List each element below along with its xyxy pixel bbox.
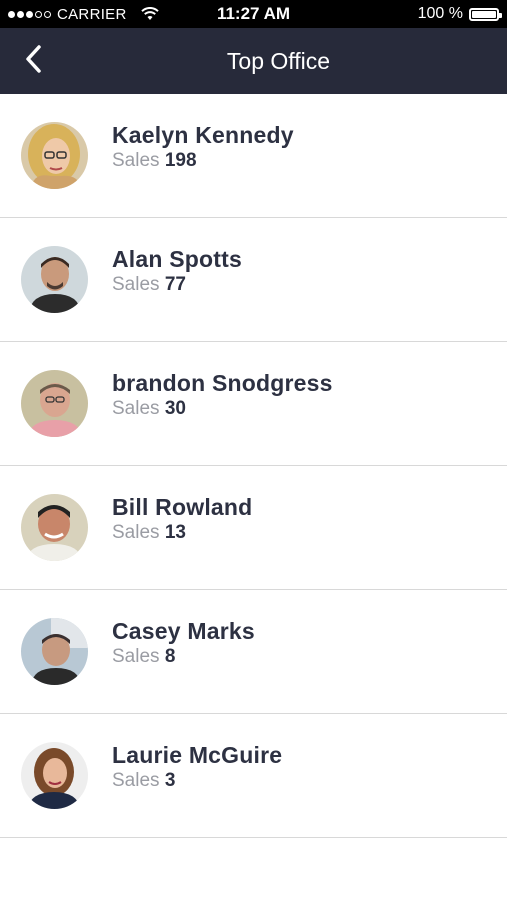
sales-line: Sales 8 bbox=[112, 645, 255, 669]
leaderboard-list: Kaelyn Kennedy Sales 198 Alan Spotts Sal… bbox=[0, 94, 507, 838]
person-name: Bill Rowland bbox=[112, 494, 253, 520]
signal-dot bbox=[44, 10, 51, 18]
page-title: Top Office bbox=[226, 47, 331, 74]
sales-label: Sales bbox=[112, 646, 160, 667]
person-name: Kaelyn Kennedy bbox=[112, 122, 294, 148]
person-name: brandon Snodgress bbox=[112, 370, 333, 396]
sales-label: Sales bbox=[112, 398, 160, 419]
status-left: CARRIER bbox=[8, 0, 159, 28]
signal-dot bbox=[35, 10, 42, 18]
avatar bbox=[21, 742, 88, 809]
person-info: Alan Spotts Sales 77 bbox=[112, 245, 242, 297]
sales-value: 3 bbox=[164, 770, 176, 791]
sales-value: 77 bbox=[164, 274, 186, 295]
sales-line: Sales 13 bbox=[112, 521, 252, 545]
sales-value: 8 bbox=[164, 646, 176, 667]
sales-value: 30 bbox=[164, 398, 186, 419]
list-item[interactable]: Kaelyn Kennedy Sales 198 bbox=[0, 94, 507, 218]
status-right: 100 % bbox=[417, 0, 502, 28]
back-button[interactable] bbox=[12, 28, 56, 94]
list-item[interactable]: Bill Rowland Sales 13 bbox=[0, 466, 507, 590]
list-item[interactable]: Casey Marks Sales 8 bbox=[0, 590, 507, 714]
sales-label: Sales bbox=[112, 150, 160, 171]
avatar bbox=[21, 370, 88, 437]
signal-strength-icon bbox=[8, 10, 51, 18]
sales-line: Sales 198 bbox=[112, 149, 294, 173]
list-item[interactable]: Laurie McGuire Sales 3 bbox=[0, 714, 507, 838]
person-info: brandon Snodgress Sales 30 bbox=[112, 369, 333, 421]
avatar bbox=[21, 618, 88, 685]
sales-label: Sales bbox=[112, 522, 160, 543]
wifi-icon bbox=[140, 7, 159, 21]
sales-line: Sales 3 bbox=[112, 769, 282, 793]
sales-line: Sales 77 bbox=[112, 273, 242, 297]
sales-value: 13 bbox=[164, 522, 186, 543]
signal-dot bbox=[8, 10, 15, 18]
person-info: Laurie McGuire Sales 3 bbox=[112, 741, 282, 793]
sales-label: Sales bbox=[112, 770, 160, 791]
list-item[interactable]: brandon Snodgress Sales 30 bbox=[0, 342, 507, 466]
carrier-name: CARRIER bbox=[57, 5, 127, 23]
person-info: Casey Marks Sales 8 bbox=[112, 617, 255, 669]
person-info: Bill Rowland Sales 13 bbox=[112, 493, 252, 545]
sales-line: Sales 30 bbox=[112, 397, 333, 421]
sales-label: Sales bbox=[112, 274, 160, 295]
list-item[interactable]: Alan Spotts Sales 77 bbox=[0, 218, 507, 342]
person-name: Casey Marks bbox=[112, 618, 255, 644]
navigation-bar: Top Office bbox=[0, 28, 507, 94]
battery-icon bbox=[469, 7, 502, 21]
battery-percentage: 100 % bbox=[417, 5, 463, 22]
signal-dot bbox=[26, 10, 33, 18]
avatar bbox=[21, 494, 88, 561]
status-bar: CARRIER 11:27 AM 100 % bbox=[0, 0, 507, 28]
person-name: Alan Spotts bbox=[112, 246, 242, 272]
avatar bbox=[21, 122, 88, 189]
signal-dot bbox=[17, 10, 24, 18]
sales-value: 198 bbox=[164, 150, 197, 171]
person-info: Kaelyn Kennedy Sales 198 bbox=[112, 121, 294, 173]
chevron-left-icon bbox=[24, 44, 44, 79]
avatar bbox=[21, 246, 88, 313]
person-name: Laurie McGuire bbox=[112, 742, 283, 768]
